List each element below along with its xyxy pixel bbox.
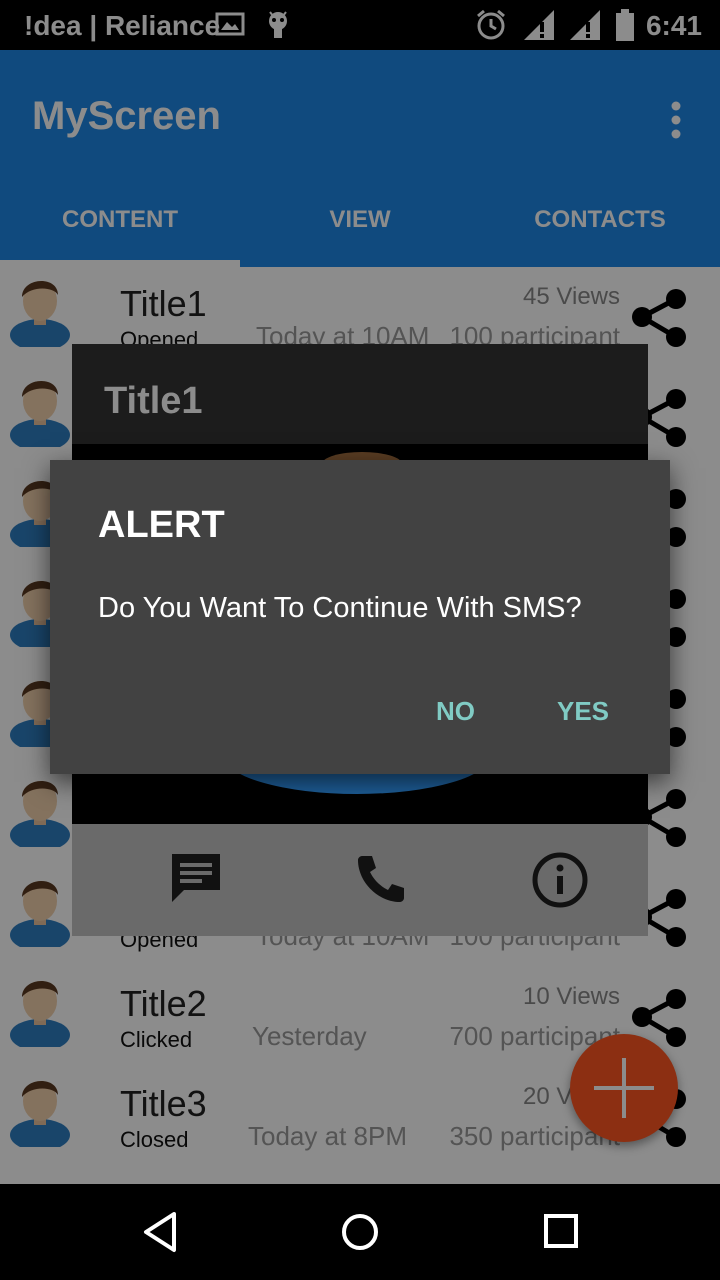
message-icon[interactable] [168, 850, 224, 911]
recents-icon[interactable] [542, 1210, 582, 1259]
alert-message: Do You Want To Continue With SMS? [98, 592, 582, 624]
back-icon[interactable] [140, 1210, 180, 1259]
navigation-bar [0, 1184, 720, 1280]
home-icon[interactable] [340, 1210, 380, 1259]
detail-title: Title1 [104, 380, 203, 422]
alert-title: ALERT [98, 504, 225, 546]
detail-actions [72, 824, 648, 936]
info-icon[interactable] [530, 850, 590, 915]
yes-button[interactable]: YES [557, 696, 609, 727]
no-button[interactable]: NO [436, 696, 475, 727]
alert-dialog: ALERT Do You Want To Continue With SMS? … [50, 460, 670, 774]
phone-icon[interactable] [352, 850, 408, 911]
